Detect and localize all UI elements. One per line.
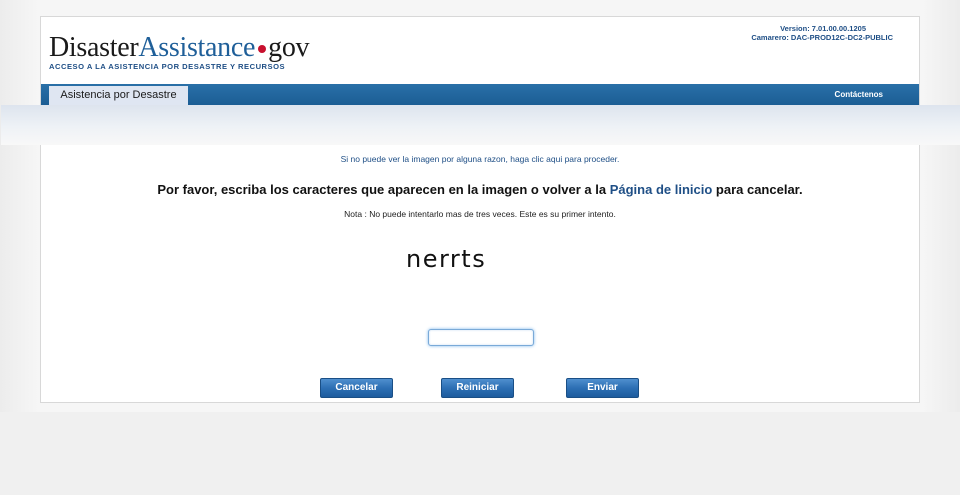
logo-dot-icon — [258, 45, 267, 54]
captcha-instruction: Por favor, escriba los caracteres que ap… — [41, 182, 919, 197]
nav-bar: Asistencia por Desastre Contáctenos — [41, 84, 919, 105]
site-header: DisasterAssistance gov ACCESO A LA ASISTE… — [41, 17, 919, 84]
site-logo[interactable]: DisasterAssistance gov ACCESO A LA ASISTE… — [49, 32, 310, 72]
server-text: Camarero: DAC-PROD12C-DC2-PUBLIC — [751, 33, 893, 42]
home-page-link[interactable]: Página de linicio — [610, 182, 713, 197]
attempts-note: Nota : No puede intentarlo mas de tres v… — [344, 209, 616, 219]
sub-header-band — [1, 105, 960, 145]
page-footer-area — [0, 412, 960, 495]
logo-wordmark: DisasterAssistance gov — [49, 32, 310, 63]
logo-assistance-text: Assistance — [138, 32, 256, 63]
logo-disaster-text: Disaster — [49, 32, 139, 63]
instruction-text-before: Por favor, escriba los caracteres que ap… — [157, 182, 610, 197]
captcha-panel: Si no puede ver la imagen por alguna raz… — [41, 145, 919, 402]
logo-tagline: ACCESO A LA ASISTENCIA POR DESASTRE Y RE… — [49, 62, 286, 71]
captcha-input[interactable] — [428, 329, 534, 346]
main-container: DisasterAssistance gov ACCESO A LA ASISTE… — [1, 16, 960, 403]
nav-tab-disaster-assistance[interactable]: Asistencia por Desastre — [49, 86, 188, 105]
nav-link-contact[interactable]: Contáctenos — [835, 84, 883, 105]
cannot-see-image-link[interactable]: Si no puede ver la imagen por alguna raz… — [41, 154, 919, 164]
version-info: Version: 7.01.00.00.1205 Camarero: DAC-P… — [751, 24, 893, 42]
reset-button[interactable]: Reiniciar — [441, 378, 514, 398]
logo-gov-text: gov — [268, 32, 310, 63]
captcha-image: nerrts — [406, 245, 487, 273]
instruction-text-after: para cancelar. — [712, 182, 803, 197]
cancel-button[interactable]: Cancelar — [320, 378, 393, 398]
submit-button[interactable]: Enviar — [566, 378, 639, 398]
version-text: Version: 7.01.00.00.1205 — [780, 24, 866, 33]
